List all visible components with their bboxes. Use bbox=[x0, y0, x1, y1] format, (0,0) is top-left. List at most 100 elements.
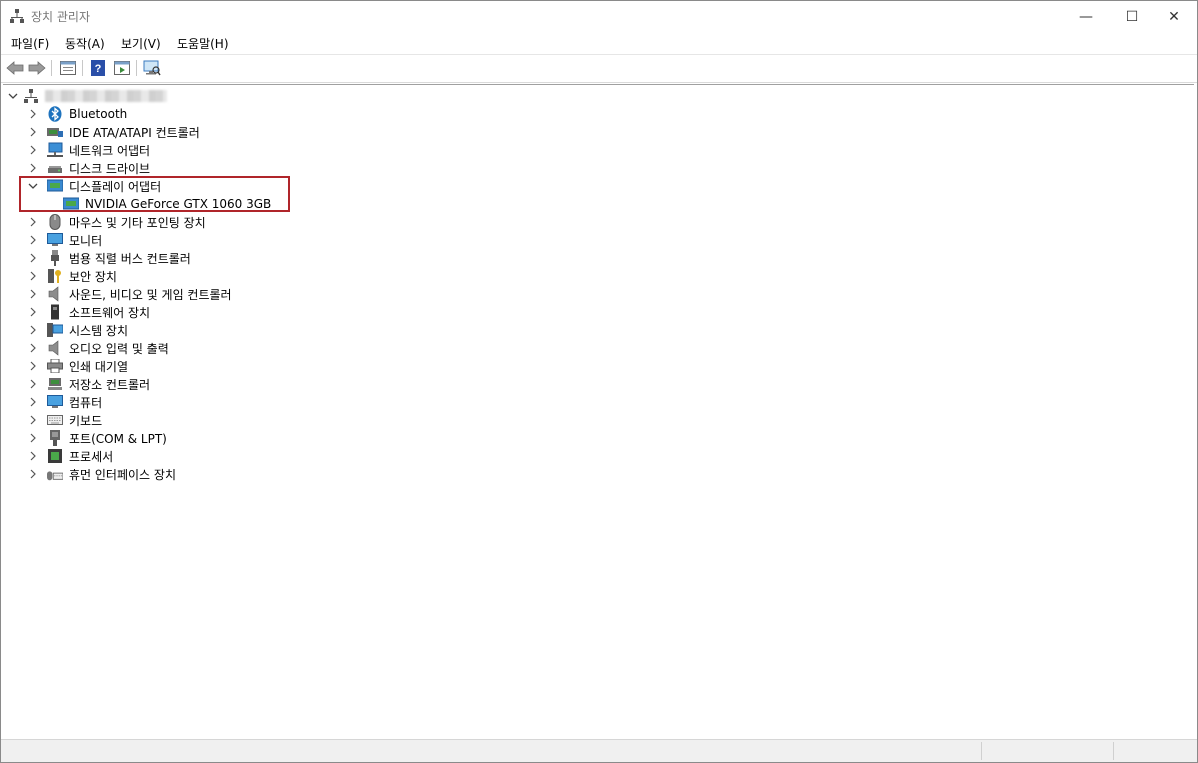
chevron-right-icon[interactable] bbox=[27, 159, 39, 177]
chevron-right-icon[interactable] bbox=[27, 339, 39, 357]
minimize-icon: — bbox=[1079, 8, 1093, 25]
tree-item-label: 범용 직렬 버스 컨트롤러 bbox=[69, 251, 191, 266]
computer-tree-icon bbox=[23, 88, 39, 104]
window-title: 장치 관리자 bbox=[31, 10, 91, 24]
toolbar: ? bbox=[1, 55, 1197, 83]
chevron-right-icon[interactable] bbox=[27, 285, 39, 303]
audio-io-icon bbox=[47, 340, 63, 356]
chevron-right-icon[interactable] bbox=[27, 321, 39, 339]
title-bar: 장치 관리자 — ☐ ✕ bbox=[1, 1, 1197, 32]
tree-item-system[interactable]: 시스템 장치 bbox=[27, 321, 128, 339]
tree-item-label: 저장소 컨트롤러 bbox=[69, 377, 151, 392]
tree-item-sound[interactable]: 사운드, 비디오 및 게임 컨트롤러 bbox=[27, 285, 232, 303]
tree-item-disk[interactable]: 디스크 드라이브 bbox=[27, 159, 150, 177]
toolbar-separator bbox=[82, 60, 83, 76]
device-manager-icon bbox=[10, 9, 24, 23]
close-button[interactable]: ✕ bbox=[1151, 1, 1197, 32]
toolbar-separator bbox=[136, 60, 137, 76]
menu-action[interactable]: 동작(A) bbox=[65, 35, 105, 52]
forward-button[interactable] bbox=[27, 58, 47, 78]
help-icon: ? bbox=[91, 60, 105, 76]
mouse-icon bbox=[47, 214, 63, 230]
menu-help[interactable]: 도움말(H) bbox=[177, 35, 229, 52]
tree-root[interactable] bbox=[7, 87, 167, 105]
chevron-right-icon[interactable] bbox=[27, 375, 39, 393]
menu-file[interactable]: 파일(F) bbox=[11, 35, 49, 52]
tree-item-label: Bluetooth bbox=[69, 107, 128, 121]
bluetooth-icon bbox=[47, 106, 63, 122]
system-device-icon bbox=[47, 322, 63, 338]
processor-icon bbox=[47, 448, 63, 464]
tree-item-mouse[interactable]: 마우스 및 기타 포인팅 장치 bbox=[27, 213, 206, 231]
chevron-right-icon[interactable] bbox=[27, 105, 39, 123]
tree-item-label: 모니터 bbox=[69, 233, 103, 248]
tree-item-ports[interactable]: 포트(COM & LPT) bbox=[27, 429, 167, 447]
tree-item-hid[interactable]: 휴먼 인터페이스 장치 bbox=[27, 465, 176, 483]
chevron-right-icon[interactable] bbox=[27, 249, 39, 267]
tree-item-network[interactable]: 네트워크 어댑터 bbox=[27, 141, 150, 159]
properties-icon bbox=[60, 61, 76, 75]
properties-button[interactable] bbox=[58, 58, 78, 78]
ide-controller-icon bbox=[47, 124, 63, 140]
disk-drive-icon bbox=[47, 160, 63, 176]
tree-item-usb[interactable]: 범용 직렬 버스 컨트롤러 bbox=[27, 249, 191, 267]
tree-item-keyboard[interactable]: 키보드 bbox=[27, 411, 102, 429]
scan-hardware-icon bbox=[143, 60, 161, 76]
tree-item-ide[interactable]: IDE ATA/ATAPI 컨트롤러 bbox=[27, 123, 200, 141]
chevron-right-icon[interactable] bbox=[27, 393, 39, 411]
keyboard-icon bbox=[47, 412, 63, 428]
chevron-right-icon[interactable] bbox=[27, 303, 39, 321]
chevron-right-icon[interactable] bbox=[27, 267, 39, 285]
chevron-right-icon[interactable] bbox=[27, 429, 39, 447]
menu-bar: 파일(F) 동작(A) 보기(V) 도움말(H) bbox=[1, 32, 1197, 55]
tree-item-label: 보안 장치 bbox=[69, 269, 117, 284]
chevron-down-icon[interactable] bbox=[7, 87, 19, 105]
maximize-button[interactable]: ☐ bbox=[1109, 1, 1155, 32]
tree-item-monitor[interactable]: 모니터 bbox=[27, 231, 102, 249]
tree-item-label: 컴퓨터 bbox=[69, 395, 103, 410]
tree-item-label: 디스크 드라이브 bbox=[69, 161, 151, 176]
tree-item-computer[interactable]: 컴퓨터 bbox=[27, 393, 102, 411]
chevron-right-icon[interactable] bbox=[27, 447, 39, 465]
toolbar-separator bbox=[51, 60, 52, 76]
back-button[interactable] bbox=[5, 58, 25, 78]
software-device-icon bbox=[47, 304, 63, 320]
tree-item-bluetooth[interactable]: Bluetooth bbox=[27, 105, 127, 123]
minimize-button[interactable]: — bbox=[1063, 1, 1109, 32]
back-arrow-icon bbox=[6, 61, 24, 75]
device-manager-window: 장치 관리자 — ☐ ✕ 파일(F) 동작(A) 보기(V) 도움말(H) ? bbox=[0, 0, 1198, 763]
chevron-right-icon[interactable] bbox=[27, 357, 39, 375]
tree-item-label: 오디오 입력 및 출력 bbox=[69, 341, 169, 356]
tree-item-print[interactable]: 인쇄 대기열 bbox=[27, 357, 128, 375]
help-button[interactable]: ? bbox=[88, 58, 108, 78]
status-separator bbox=[1113, 742, 1114, 760]
computer-name-redacted bbox=[45, 90, 167, 102]
status-separator bbox=[981, 742, 982, 760]
tree-item-label: IDE ATA/ATAPI 컨트롤러 bbox=[69, 125, 200, 140]
chevron-right-icon[interactable] bbox=[27, 465, 39, 483]
chevron-right-icon[interactable] bbox=[27, 411, 39, 429]
tree-item-software[interactable]: 소프트웨어 장치 bbox=[27, 303, 150, 321]
chevron-right-icon[interactable] bbox=[27, 231, 39, 249]
storage-controller-icon bbox=[47, 376, 63, 392]
speaker-icon bbox=[47, 286, 63, 302]
tree-item-label: 네트워크 어댑터 bbox=[69, 143, 151, 158]
usb-icon bbox=[47, 250, 63, 266]
svg-text:?: ? bbox=[95, 63, 102, 75]
chevron-right-icon[interactable] bbox=[27, 123, 39, 141]
tree-item-processor[interactable]: 프로세서 bbox=[27, 447, 113, 465]
tree-item-label: 인쇄 대기열 bbox=[69, 359, 129, 374]
monitor-icon bbox=[47, 232, 63, 248]
tree-item-audio[interactable]: 오디오 입력 및 출력 bbox=[27, 339, 169, 357]
close-icon: ✕ bbox=[1168, 8, 1180, 25]
chevron-right-icon[interactable] bbox=[27, 213, 39, 231]
printer-icon bbox=[47, 358, 63, 374]
scan-hardware-button[interactable] bbox=[142, 58, 162, 78]
chevron-right-icon[interactable] bbox=[27, 141, 39, 159]
status-bar bbox=[1, 739, 1197, 762]
tree-item-storage[interactable]: 저장소 컨트롤러 bbox=[27, 375, 150, 393]
update-driver-button[interactable] bbox=[112, 58, 132, 78]
tree-item-security[interactable]: 보안 장치 bbox=[27, 267, 117, 285]
computer-icon bbox=[47, 394, 63, 410]
menu-view[interactable]: 보기(V) bbox=[121, 35, 161, 52]
